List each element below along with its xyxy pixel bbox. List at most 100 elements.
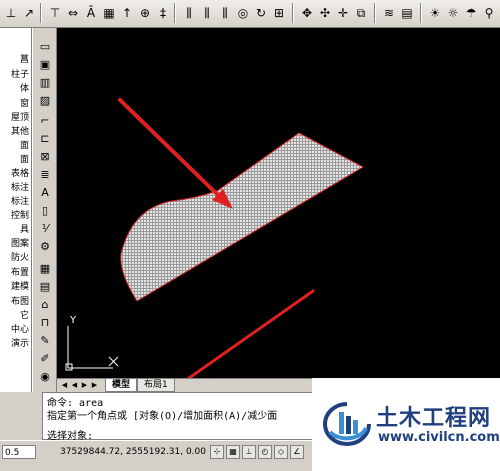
draw-toolbar: ▭ ▣ ▥ ▨ ⌐ ⊏ ⊠ ≣ A ▯ ⅟ ⚙ ▦ ▤ ⌂ ⊓ ✎ ✐ ◉ <box>32 28 57 392</box>
axis-icon[interactable]: ⫼ <box>216 4 234 22</box>
grid-icon[interactable]: ▦ <box>226 445 240 459</box>
ucs-icon <box>65 326 119 371</box>
command-strip <box>0 392 42 440</box>
target-icon[interactable]: ⊕ <box>136 4 154 22</box>
leader-icon[interactable]: ↗ <box>20 4 38 22</box>
palette-item[interactable]: 柱子 <box>11 69 29 82</box>
otrack-icon[interactable]: ∠ <box>290 445 304 459</box>
prev-tab-icon[interactable]: ◀ <box>70 380 79 391</box>
lock-icon[interactable]: ☂ <box>462 4 480 22</box>
circle-icon[interactable]: ◎ <box>234 4 252 22</box>
block-icon[interactable]: ⊠ <box>36 148 54 164</box>
grid-icon[interactable]: ▦ <box>100 4 118 22</box>
toolbar-separator <box>374 3 376 23</box>
copy-icon[interactable]: ⧉ <box>352 4 370 22</box>
hatch-icon[interactable]: ≣ <box>36 166 54 182</box>
palette-item[interactable]: 其他 <box>11 126 29 139</box>
grid-icon[interactable]: ▦ <box>36 260 54 276</box>
snap-icon[interactable]: ⊹ <box>210 445 224 459</box>
palette-item[interactable]: 它 <box>20 310 29 323</box>
toolbar-separator <box>292 3 294 23</box>
pan-icon[interactable]: ⊞ <box>270 4 288 22</box>
light-icon[interactable]: ☀ <box>426 4 444 22</box>
text-icon[interactable]: A <box>36 184 54 200</box>
drawing-svg: Y <box>65 98 365 378</box>
toolbar-separator <box>40 3 42 23</box>
ucs-y-label: Y <box>69 315 77 326</box>
polyline-icon[interactable]: ⌐ <box>36 112 54 128</box>
coordinates-readout: 37529844.72, 2555192.31, 0.00 <box>60 447 206 457</box>
palette-item[interactable]: 控制 <box>11 210 29 223</box>
watermark-url: www.civilcn.com <box>378 430 500 445</box>
shelf-icon[interactable]: ⊓ <box>36 314 54 330</box>
ortho-icon[interactable]: ⊥ <box>242 445 256 459</box>
door-icon[interactable]: ⌂ <box>36 296 54 312</box>
palette-item[interactable]: 菖 <box>20 54 29 67</box>
page-icon[interactable]: ▯ <box>36 202 54 218</box>
text-style-icon[interactable]: Ā <box>82 4 100 22</box>
first-tab-icon[interactable]: ◀ <box>60 380 69 391</box>
palette-item[interactable]: 面 <box>20 154 29 167</box>
command-history-line: 指定第一个角点或 [对象(O)/增加面积(A)/减少面 <box>47 411 278 422</box>
watermark: 土木工程网 www.civilcn.com <box>312 378 500 471</box>
eye-icon[interactable]: ◉ <box>36 368 54 384</box>
palette-item[interactable]: 中心 <box>11 324 29 337</box>
polar-icon[interactable]: ◴ <box>258 445 272 459</box>
palette-item[interactable]: 具 <box>20 224 29 237</box>
palette-item[interactable]: 窗 <box>20 98 29 111</box>
brush-icon[interactable]: ✎ <box>36 332 54 348</box>
table-icon[interactable]: ▥ <box>36 74 54 90</box>
palette-item[interactable]: 面 <box>20 140 29 153</box>
layer-icon[interactable]: ▤ <box>36 278 54 294</box>
tool-palette: 菖 柱子 体 窗 屋顶 其他 面 面 表格 标注 标注 控制 具 图案 防火 布… <box>0 28 32 430</box>
drawing-canvas[interactable]: Y <box>57 28 500 378</box>
palette-item[interactable]: 体 <box>20 83 29 96</box>
next-tab-icon[interactable]: ▶ <box>80 380 89 391</box>
layer-icon[interactable]: ≋ <box>380 4 398 22</box>
last-tab-icon[interactable]: ▶ <box>90 380 99 391</box>
stretch-icon[interactable]: ⇔ <box>64 4 82 22</box>
copy-icon[interactable]: ✛ <box>334 4 352 22</box>
refresh-icon[interactable]: ↻ <box>252 4 270 22</box>
palette-item[interactable]: 屋顶 <box>11 112 29 125</box>
tab-model[interactable]: 模型 <box>105 379 138 392</box>
image-icon[interactable]: ▨ <box>36 92 54 108</box>
palette-item[interactable]: 演示 <box>11 338 29 351</box>
prompt-arrow <box>186 289 315 378</box>
osnap-icon[interactable]: ◇ <box>274 445 288 459</box>
civilcn-logo-icon <box>323 402 371 446</box>
tab-layout1[interactable]: 布局1 <box>137 379 175 392</box>
wand-icon[interactable]: ⚙ <box>36 238 54 254</box>
top-toolbar: ⊥ ↗ ⊤ ⇔ Ā ▦ ↑ ⊕ ‡ ⫼ ⫼ ⫼ ◎ ↻ ⊞ ✥ ✣ ✛ ⧉ ≋ … <box>0 0 500 28</box>
palette-item[interactable]: 标注 <box>11 182 29 195</box>
open-icon[interactable]: ▣ <box>36 56 54 72</box>
palette-item[interactable]: 防火 <box>11 252 29 265</box>
axis-icon[interactable]: ‡ <box>154 4 172 22</box>
light-icon[interactable]: ☼ <box>444 4 462 22</box>
pen-icon[interactable]: ✐ <box>36 350 54 366</box>
palette-item[interactable]: 标注 <box>11 196 29 209</box>
arrow-icon[interactable]: ↑ <box>118 4 136 22</box>
axis-icon[interactable]: ⫼ <box>198 4 216 22</box>
offset-icon[interactable]: ⊏ <box>36 130 54 146</box>
annotation-arrow <box>118 98 233 209</box>
dimension-icon[interactable]: ⊥ <box>2 4 20 22</box>
scale-field[interactable]: 0.5 <box>2 445 36 459</box>
layer-icon[interactable]: ▤ <box>398 4 416 22</box>
align-icon[interactable]: ⊤ <box>46 4 64 22</box>
lock-icon[interactable]: ⚲ <box>480 4 498 22</box>
move-icon[interactable]: ✥ <box>298 4 316 22</box>
move-icon[interactable]: ✣ <box>316 4 334 22</box>
palette-item[interactable]: 布置 <box>11 267 29 280</box>
watermark-title: 土木工程网 <box>376 406 492 431</box>
scale-icon[interactable]: ⅟ <box>36 220 54 236</box>
palette-item[interactable]: 布图 <box>11 296 29 309</box>
toolbar-separator <box>174 3 176 23</box>
toolbar-separator <box>420 3 422 23</box>
line-icon[interactable]: ▭ <box>36 38 54 54</box>
axis-icon[interactable]: ⫼ <box>180 4 198 22</box>
palette-item[interactable]: 建模 <box>11 281 29 294</box>
palette-item[interactable]: 表格 <box>11 168 29 181</box>
hatched-region[interactable] <box>120 132 365 302</box>
palette-item[interactable]: 图案 <box>11 238 29 251</box>
